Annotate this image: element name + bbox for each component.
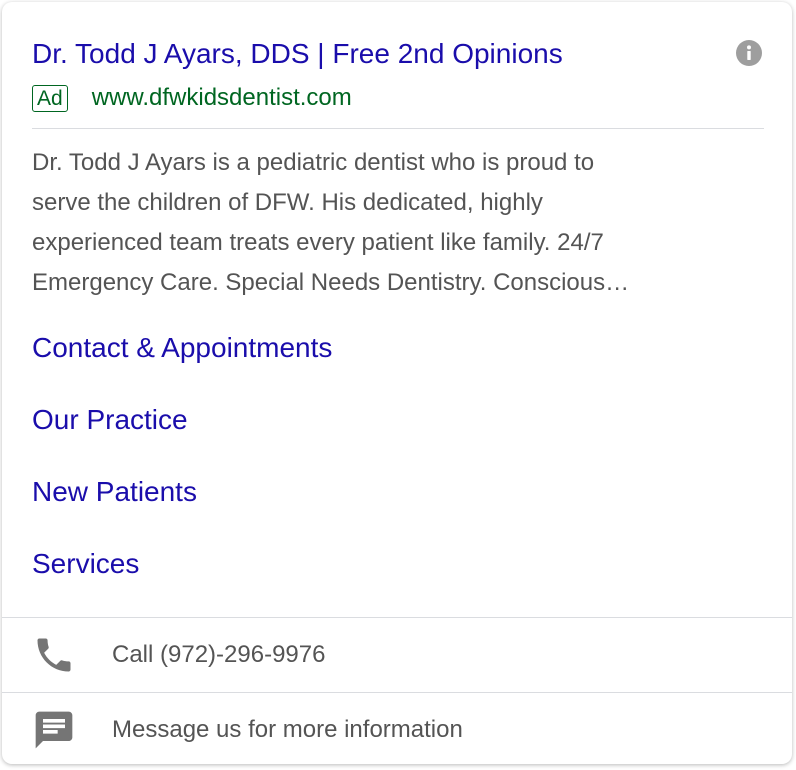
description-line: serve the children of DFW. His dedicated… — [32, 189, 543, 216]
sitelink-our-practice[interactable]: Our Practice — [32, 396, 732, 468]
sitelink-contact-appointments[interactable]: Contact & Appointments — [32, 324, 732, 396]
ad-card: Dr. Todd J Ayars, DDS | Free 2nd Opinion… — [2, 2, 792, 764]
ad-url-row: Ad www.dfwkidsdentist.com — [32, 83, 352, 113]
ad-title-link[interactable]: Dr. Todd J Ayars, DDS | Free 2nd Opinion… — [32, 34, 764, 74]
display-url[interactable]: www.dfwkidsdentist.com — [92, 83, 352, 113]
call-row[interactable]: Call (972)-296-9976 — [2, 617, 792, 692]
header-divider — [32, 128, 764, 129]
message-icon — [32, 708, 76, 752]
sitelink-new-patients[interactable]: New Patients — [32, 468, 732, 540]
ad-header: Dr. Todd J Ayars, DDS | Free 2nd Opinion… — [32, 34, 764, 134]
description-line: Emergency Care. Special Needs Dentistry.… — [32, 269, 630, 296]
ad-description: Dr. Todd J Ayars is a pediatric dentist … — [32, 143, 732, 303]
description-line: Dr. Todd J Ayars is a pediatric dentist … — [32, 149, 595, 176]
info-icon[interactable] — [736, 40, 762, 66]
sitelinks: Contact & Appointments Our Practice New … — [32, 324, 732, 612]
sitelink-services[interactable]: Services — [32, 540, 732, 612]
message-label: Message us for more information — [112, 716, 463, 743]
description-line: experienced team treats every patient li… — [32, 229, 604, 256]
phone-icon — [32, 633, 76, 677]
call-label: Call (972)-296-9976 — [112, 641, 326, 668]
message-row[interactable]: Message us for more information — [2, 692, 792, 764]
ad-badge: Ad — [32, 84, 68, 112]
